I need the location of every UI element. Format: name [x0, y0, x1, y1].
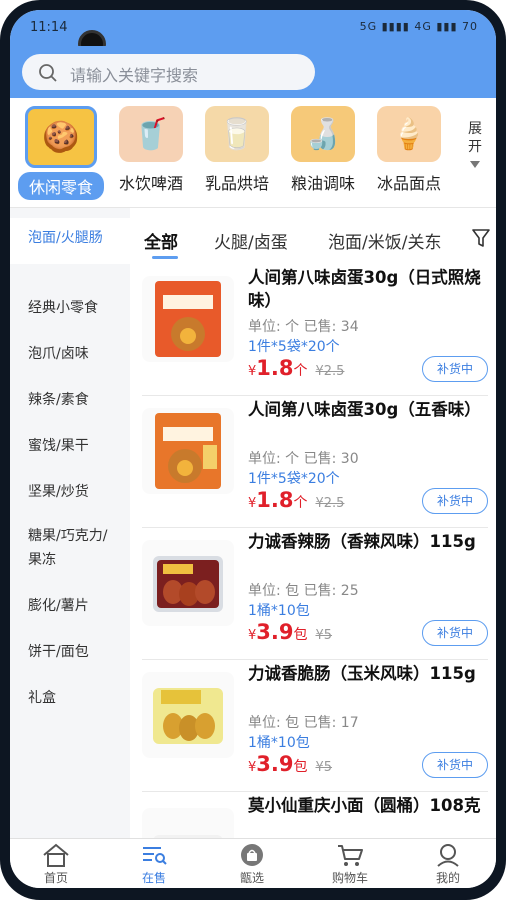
search-placeholder: 请输入关键字搜索	[70, 66, 199, 85]
product-image	[142, 672, 234, 758]
active-tab-indicator	[152, 256, 178, 259]
product-price: ¥3.9包 ¥5	[248, 752, 333, 776]
tab-ham-eggs[interactable]: 火腿/卤蛋	[214, 228, 288, 253]
sidebar-item-biscuits[interactable]: 饼干/面包	[10, 640, 130, 664]
category-sidebar: 泡面/火腿肠 经典小零食 泡爪/卤味 辣条/素食 蜜饯/果干 坚果/炒货 糖果/…	[10, 208, 130, 838]
search-input[interactable]: 请输入关键字搜索	[22, 54, 315, 90]
app-screen: 11:14 5G ▮▮▮▮ 4G ▮▮▮ 70 请输入关键字搜索 🍪 休闲零食 …	[10, 10, 496, 888]
category-oil[interactable]: 🍶 粮油调味	[280, 106, 366, 202]
nav-cart[interactable]: 购物车	[320, 843, 380, 886]
restock-button[interactable]: 补货中	[422, 620, 488, 646]
filter-icon[interactable]	[472, 228, 490, 248]
sidebar-item-puffed[interactable]: 膨化/薯片	[10, 594, 130, 618]
nav-on-sale[interactable]: 在售	[124, 843, 184, 886]
product-item[interactable]: 人间第八味卤蛋30g（五香味） 单位: 个 已售: 30 1件*5袋*20个 ¥…	[142, 398, 488, 528]
product-pack: 1桶*10包	[248, 603, 310, 619]
product-panel: 全部 火腿/卤蛋 泡面/米饭/关东 人间第八味卤蛋30g（日式照烧味） 单位: …	[130, 208, 496, 838]
category-icecream[interactable]: 🍦 冰品面点	[366, 106, 452, 202]
icecream-icon: 🍦	[377, 106, 441, 162]
product-image	[142, 276, 234, 362]
status-time: 11:14	[30, 20, 68, 35]
category-dairy[interactable]: 🥛 乳品烘培	[194, 106, 280, 202]
product-pack: 1桶*10包	[248, 735, 310, 751]
restock-button[interactable]: 补货中	[422, 752, 488, 778]
product-name: 力诚香脆肠（玉米风味）115g	[248, 664, 476, 683]
bottom-navigation: 首页 在售 甑选 购物车 我的	[10, 838, 496, 888]
nav-profile[interactable]: 我的	[418, 843, 478, 886]
list-search-icon	[143, 847, 167, 865]
restock-button[interactable]: 补货中	[422, 356, 488, 382]
product-item[interactable]: 力诚香辣肠（香辣风味）115g 单位: 包 已售: 25 1桶*10包 ¥3.9…	[142, 530, 488, 660]
sidebar-item-nuts[interactable]: 坚果/炒货	[10, 480, 130, 504]
product-price: ¥1.8个 ¥2.5	[248, 488, 345, 512]
category-snacks[interactable]: 🍪 休闲零食	[18, 106, 104, 202]
drink-icon: 🥤	[119, 106, 183, 162]
dairy-icon: 🥛	[205, 106, 269, 162]
nav-label: 甑选	[239, 871, 264, 885]
nav-selection[interactable]: 甑选	[222, 843, 282, 886]
sidebar-item-noodles[interactable]: 泡面/火腿肠	[10, 218, 130, 264]
category-label: 乳品烘培	[204, 174, 269, 193]
product-item[interactable]: 莫小仙重庆小面（圆桶）108克	[142, 794, 488, 838]
sidebar-item-gift-box[interactable]: 礼盒	[10, 686, 130, 710]
sidebar-item-candy[interactable]: 糖果/巧克力/果冻	[10, 524, 130, 572]
sidebar-item-classic-snacks[interactable]: 经典小零食	[10, 296, 130, 320]
nav-label: 购物车	[331, 871, 368, 885]
product-pack: 1件*5袋*20个	[248, 471, 340, 487]
product-image	[142, 808, 234, 838]
category-strip: 🍪 休闲零食 🥤 水饮啤酒 🥛 乳品烘培 🍶 粮油调味 🍦 冰品面点 展开	[10, 98, 496, 208]
nav-home[interactable]: 首页	[26, 843, 86, 886]
user-icon	[437, 844, 459, 867]
product-meta: 单位: 包 已售: 17	[248, 715, 359, 731]
product-price: ¥1.8个 ¥2.5	[248, 356, 345, 380]
product-meta: 单位: 包 已售: 25	[248, 583, 359, 599]
product-meta: 单位: 个 已售: 34	[248, 319, 359, 335]
category-drinks[interactable]: 🥤 水饮啤酒	[108, 106, 194, 202]
product-image	[142, 408, 234, 494]
phone-frame: 11:14 5G ▮▮▮▮ 4G ▮▮▮ 70 请输入关键字搜索 🍪 休闲零食 …	[0, 0, 506, 900]
category-label: 水饮啤酒	[118, 174, 183, 193]
tab-noodles-rice[interactable]: 泡面/米饭/关东	[328, 228, 441, 253]
product-meta: 单位: 个 已售: 30	[248, 451, 359, 467]
category-label: 粮油调味	[290, 174, 355, 193]
oil-icon: 🍶	[291, 106, 355, 162]
product-price: ¥3.9包 ¥5	[248, 620, 333, 644]
snack-icon: 🍪	[25, 106, 97, 168]
sidebar-item-spicy-strips[interactable]: 辣条/素食	[10, 388, 130, 412]
nav-label: 首页	[43, 871, 68, 885]
triangle-down-icon	[470, 161, 480, 168]
header: 请输入关键字搜索	[10, 46, 496, 98]
category-label: 冰品面点	[376, 174, 441, 193]
product-item[interactable]: 力诚香脆肠（玉米风味）115g 单位: 包 已售: 17 1桶*10包 ¥3.9…	[142, 662, 488, 792]
expand-button[interactable]: 展开	[460, 120, 490, 174]
nav-label: 我的	[435, 871, 460, 885]
status-indicators: 5G ▮▮▮▮ 4G ▮▮▮ 70	[359, 20, 478, 33]
sidebar-item-dried-fruit[interactable]: 蜜饯/果干	[10, 434, 130, 458]
cart-icon	[338, 845, 363, 866]
expand-label: 展开	[468, 121, 482, 155]
product-name: 人间第八味卤蛋30g（日式照烧味）	[248, 268, 481, 310]
tab-all[interactable]: 全部	[144, 228, 178, 253]
sidebar-item-braised[interactable]: 泡爪/卤味	[10, 342, 130, 366]
product-pack: 1件*5袋*20个	[248, 339, 340, 355]
subcategory-tabs: 全部 火腿/卤蛋 泡面/米饭/关东	[130, 208, 496, 259]
product-image	[142, 540, 234, 626]
category-label: 休闲零食	[18, 172, 104, 200]
home-icon	[43, 843, 69, 867]
nav-label: 在售	[141, 871, 166, 885]
product-item[interactable]: 人间第八味卤蛋30g（日式照烧味） 单位: 个 已售: 34 1件*5袋*20个…	[142, 266, 488, 396]
search-icon	[39, 64, 57, 82]
product-name: 莫小仙重庆小面（圆桶）108克	[248, 796, 481, 815]
product-name: 人间第八味卤蛋30g（五香味）	[248, 400, 481, 419]
product-name: 力诚香辣肠（香辣风味）115g	[248, 532, 476, 551]
bag-icon	[241, 844, 263, 866]
restock-button[interactable]: 补货中	[422, 488, 488, 514]
